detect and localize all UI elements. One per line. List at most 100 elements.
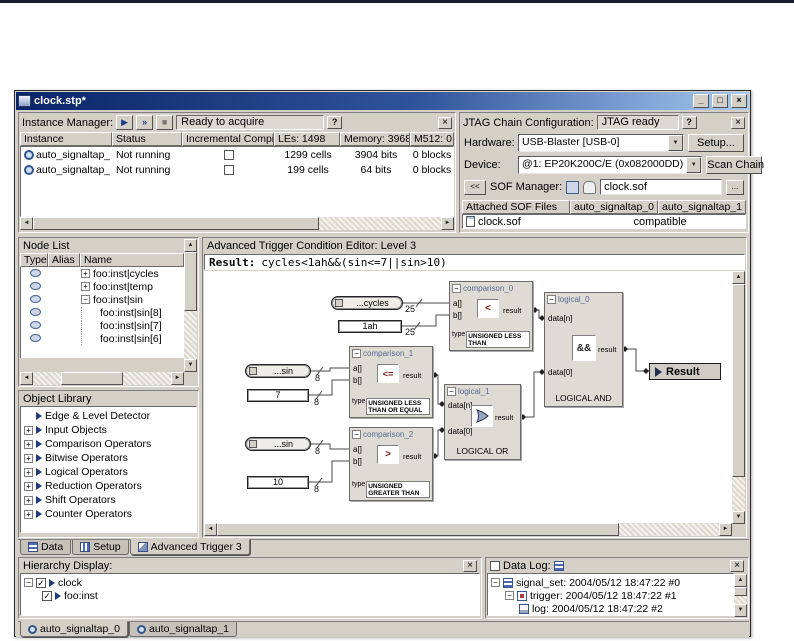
- tab-auto-signaltap-1[interactable]: auto_signaltap_1: [129, 622, 237, 637]
- list-item[interactable]: foo:inst|sin[7]: [21, 319, 184, 332]
- tree-expand-icon[interactable]: +: [24, 482, 33, 491]
- list-item[interactable]: +foo:inst|temp: [21, 280, 184, 293]
- attached-sof-row[interactable]: clock.sof compatible: [462, 214, 746, 229]
- list-item[interactable]: foo:inst|sin[8]: [21, 306, 184, 319]
- scroll-down-icon[interactable]: ▼: [184, 359, 197, 372]
- bus-node-cycles[interactable]: ...cycles: [331, 296, 403, 310]
- scroll-up-icon[interactable]: ▲: [732, 271, 745, 284]
- list-item[interactable]: +foo:inst|cycles: [21, 267, 184, 280]
- scroll-right-icon[interactable]: ►: [719, 523, 732, 536]
- list-item[interactable]: ✓ foo:inst: [24, 589, 476, 602]
- list-item[interactable]: +Logical Operators: [21, 465, 196, 479]
- scrollbar-track[interactable]: [33, 372, 171, 385]
- table-row[interactable]: auto_signaltap_0 Not running 1299 cells …: [21, 147, 453, 162]
- column-header-alias[interactable]: Alias: [48, 253, 80, 267]
- scrollbar-track[interactable]: [732, 284, 745, 511]
- hierarchy-close-icon[interactable]: ×: [463, 560, 477, 572]
- hierarchy-checkbox[interactable]: ✓: [36, 578, 46, 588]
- jtag-help-button[interactable]: ?: [682, 116, 697, 129]
- node-collapse-icon[interactable]: −: [352, 349, 361, 358]
- list-item[interactable]: +Bitwise Operators: [21, 451, 196, 465]
- column-header-signaltap0[interactable]: auto_signaltap_0: [570, 200, 658, 214]
- instance-manager-horizontal-scrollbar[interactable]: ◄ ►: [20, 217, 454, 230]
- collapse-sof-button[interactable]: <<: [464, 180, 486, 195]
- tab-auto-signaltap-0[interactable]: auto_signaltap_0: [20, 621, 128, 637]
- column-header-signaltap1[interactable]: auto_signaltap_1: [658, 200, 746, 214]
- node-collapse-icon[interactable]: −: [452, 284, 461, 293]
- comparison-type-select[interactable]: UNSIGNED LESS THAN OR EQUAL TO: [366, 398, 430, 415]
- attach-sof-icon[interactable]: [583, 181, 596, 194]
- dropdown-icon[interactable]: ▼: [668, 135, 683, 151]
- scrollbar-thumb[interactable]: [33, 217, 319, 230]
- scroll-up-icon[interactable]: ▲: [734, 574, 747, 587]
- data-log-close-icon[interactable]: ×: [730, 560, 744, 572]
- jtag-close-icon[interactable]: ×: [731, 117, 745, 129]
- comparison-type-select[interactable]: UNSIGNED GREATER THAN: [366, 481, 430, 498]
- stop-analysis-icon[interactable]: ■: [156, 115, 173, 130]
- column-header-les[interactable]: LEs: 1498: [274, 132, 340, 146]
- logical-node-or[interactable]: −logical_1 data[n] data[0] result LOGICA…: [444, 384, 521, 460]
- scrollbar-thumb[interactable]: [734, 587, 747, 596]
- tree-expand-icon[interactable]: +: [81, 269, 90, 278]
- tree-expand-icon[interactable]: +: [81, 282, 90, 291]
- comparison-node-1[interactable]: −comparison_1 a[] b[] <= result type UNS…: [349, 346, 433, 418]
- column-header-attached-sof[interactable]: Attached SOF Files: [462, 200, 570, 214]
- node-list-vertical-scrollbar[interactable]: ▲ ▼: [184, 239, 197, 372]
- node-collapse-icon[interactable]: −: [447, 387, 456, 396]
- column-header-name[interactable]: Name: [80, 253, 184, 267]
- tree-expand-icon[interactable]: +: [24, 454, 33, 463]
- node-list-horizontal-scrollbar[interactable]: ◄ ►: [20, 372, 184, 385]
- column-header-type[interactable]: Type: [20, 253, 48, 267]
- scroll-up-icon[interactable]: ▲: [184, 239, 197, 252]
- scrollbar-track[interactable]: [217, 523, 719, 536]
- autorun-analysis-icon[interactable]: »: [136, 115, 153, 130]
- constant-node-7[interactable]: 7: [247, 389, 309, 402]
- tree-expand-icon[interactable]: +: [24, 496, 33, 505]
- tab-data[interactable]: Data: [20, 540, 71, 555]
- scrollbar-thumb[interactable]: [732, 284, 745, 477]
- editor-vertical-scrollbar[interactable]: ▲ ▼: [732, 271, 745, 524]
- device-select[interactable]: @1: EP20K200C/E (0x082000DD) ▼: [518, 156, 702, 174]
- tab-setup[interactable]: Setup: [72, 540, 128, 555]
- scroll-down-icon[interactable]: ▼: [732, 511, 745, 524]
- program-device-icon[interactable]: [566, 181, 579, 194]
- scroll-right-icon[interactable]: ►: [171, 372, 184, 385]
- tree-expand-icon[interactable]: +: [24, 426, 33, 435]
- result-node[interactable]: Result: [649, 363, 721, 380]
- setup-button[interactable]: Setup...: [688, 134, 744, 152]
- bus-node-sin-2[interactable]: ...sin: [245, 437, 311, 451]
- constant-node-1ah[interactable]: 1ah: [338, 320, 402, 333]
- column-header-m512[interactable]: M512: 0: [410, 132, 454, 146]
- tab-advanced-trigger-3[interactable]: Advanced Trigger 3: [130, 539, 250, 555]
- list-item[interactable]: − ✓ clock: [24, 576, 476, 589]
- list-item[interactable]: − signal_set: 2004/05/12 18:47:22 #0: [491, 576, 730, 589]
- tree-expand-icon[interactable]: +: [24, 440, 33, 449]
- scroll-right-icon[interactable]: ►: [441, 217, 454, 230]
- editor-horizontal-scrollbar[interactable]: ◄ ►: [204, 523, 732, 536]
- constant-node-10[interactable]: 10: [247, 476, 309, 489]
- comparison-node-0[interactable]: −comparison_0 a[] b[] < result type UNSI…: [449, 281, 533, 351]
- list-item[interactable]: −foo:inst|sin: [21, 293, 184, 306]
- minimize-button[interactable]: _: [693, 94, 709, 108]
- hierarchy-checkbox[interactable]: ✓: [42, 591, 52, 601]
- scrollbar-track[interactable]: [184, 252, 197, 359]
- scrollbar-thumb[interactable]: [217, 523, 619, 536]
- scrollbar-track[interactable]: [734, 587, 747, 604]
- column-header-instance[interactable]: Instance: [20, 132, 112, 146]
- tree-collapse-icon[interactable]: −: [81, 295, 90, 304]
- scan-chain-button[interactable]: Scan Chain: [706, 156, 762, 174]
- node-collapse-icon[interactable]: −: [547, 295, 556, 304]
- logical-node-and[interactable]: −logical_0 data[n] data[0] && result LOG…: [544, 292, 623, 407]
- instance-manager-help-button[interactable]: ?: [327, 116, 342, 129]
- trigger-canvas[interactable]: ...cycles 25 1ah 25 ...sin 8 7 8 ...sin: [204, 271, 734, 524]
- scrollbar-track[interactable]: [33, 217, 441, 230]
- scroll-down-icon[interactable]: ▼: [734, 604, 747, 617]
- browse-sof-button[interactable]: ...: [726, 180, 744, 195]
- list-item[interactable]: +Comparison Operators: [21, 437, 196, 451]
- scroll-left-icon[interactable]: ◄: [204, 523, 217, 536]
- tree-expand-icon[interactable]: +: [24, 510, 33, 519]
- incremental-compile-checkbox[interactable]: [224, 165, 234, 175]
- maximize-button[interactable]: □: [712, 94, 728, 108]
- comparison-type-select[interactable]: UNSIGNED LESS THAN: [466, 331, 530, 348]
- scrollbar-thumb[interactable]: [61, 372, 123, 385]
